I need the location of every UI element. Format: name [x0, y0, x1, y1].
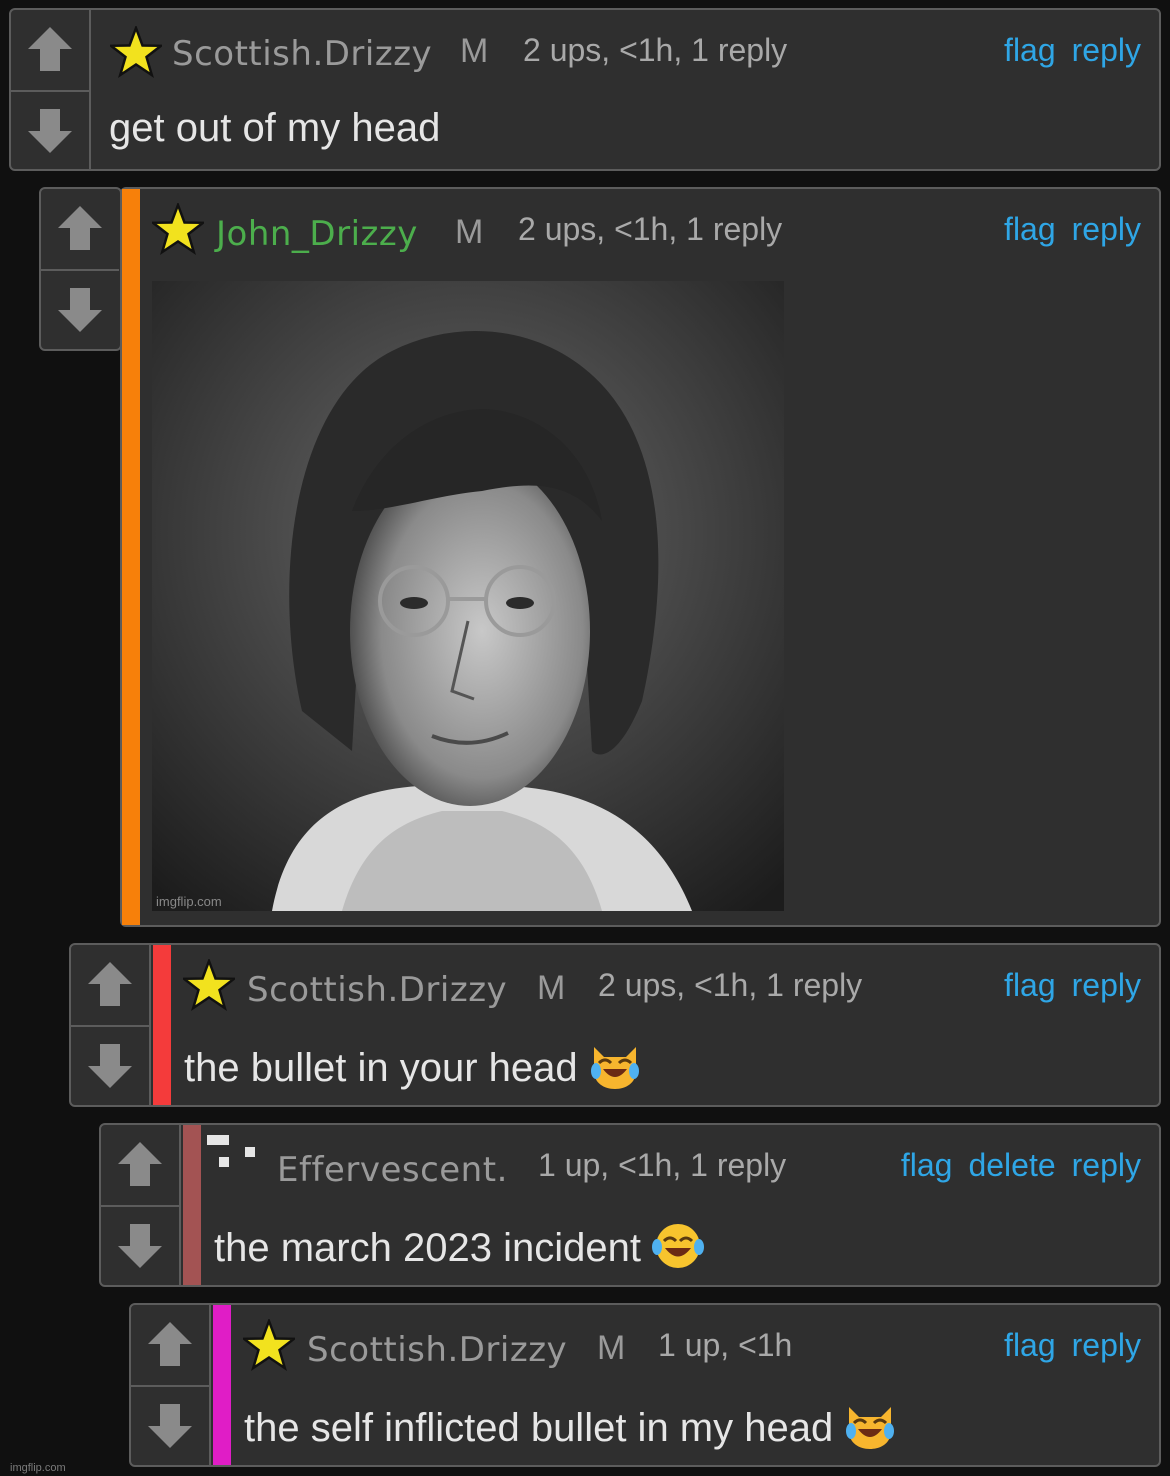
reply-link[interactable]: reply	[1072, 1327, 1141, 1364]
username-link[interactable]: Effervescent.	[277, 1150, 508, 1190]
comment-5: Scottish.Drizzy M 1 up, <1h flag reply t…	[129, 1303, 1161, 1467]
downvote-button[interactable]	[71, 1025, 149, 1105]
user-avatar-icon	[207, 1135, 255, 1167]
reply-link[interactable]: reply	[1072, 1147, 1141, 1184]
down-arrow-icon	[84, 1040, 136, 1092]
portrait-photo	[152, 281, 784, 911]
thread-indicator	[122, 189, 140, 925]
down-arrow-icon	[144, 1400, 196, 1452]
comment-meta: 1 up, <1h	[658, 1327, 793, 1363]
comment-2-votes	[39, 187, 122, 351]
star-icon	[110, 26, 162, 78]
comment-meta: 1 up, <1h, 1 reply	[538, 1147, 787, 1183]
username-link[interactable]: John_Drizzy	[216, 214, 418, 254]
comment-image[interactable]: imgflip.com	[152, 281, 784, 911]
downvote-button[interactable]	[131, 1385, 209, 1465]
upvote-button[interactable]	[131, 1305, 209, 1383]
comment-actions: flag reply	[1004, 1327, 1141, 1364]
comment-text: get out of my head	[109, 106, 441, 150]
flag-link[interactable]: flag	[1004, 967, 1056, 1004]
comment-1: Scottish.Drizzy M 2 ups, <1h, 1 reply fl…	[9, 8, 1161, 171]
flag-link[interactable]: flag	[1004, 32, 1056, 69]
comment-body: the bullet in your head	[184, 1046, 578, 1090]
vote-column	[131, 1305, 211, 1465]
reply-link[interactable]: reply	[1072, 211, 1141, 248]
flag-link[interactable]: flag	[901, 1147, 953, 1184]
comment-3: Scottish.Drizzy M 2 ups, <1h, 1 reply fl…	[69, 943, 1161, 1107]
thread-indicator	[213, 1305, 231, 1465]
vote-column	[11, 10, 91, 169]
upvote-button[interactable]	[11, 10, 89, 88]
comment-text: the bullet in your head	[184, 1041, 642, 1091]
comment-text: the self inflicted bullet in my head	[244, 1401, 897, 1451]
face-tears-of-joy-icon	[651, 1221, 705, 1271]
up-arrow-icon	[24, 23, 76, 75]
comment-body: the march 2023 incident	[214, 1226, 641, 1270]
down-arrow-icon	[24, 105, 76, 157]
comment-text: the march 2023 incident	[214, 1221, 705, 1271]
thread-indicator	[183, 1125, 201, 1285]
upvote-button[interactable]	[71, 945, 149, 1023]
flag-link[interactable]: flag	[1004, 211, 1056, 248]
reply-link[interactable]: reply	[1072, 32, 1141, 69]
upvote-button[interactable]	[41, 189, 119, 267]
username-link[interactable]: Scottish.Drizzy	[247, 970, 507, 1010]
gender-badge: M	[460, 32, 489, 70]
downvote-button[interactable]	[101, 1205, 179, 1285]
down-arrow-icon	[114, 1220, 166, 1272]
upvote-button[interactable]	[101, 1125, 179, 1203]
cat-tears-of-joy-icon	[843, 1401, 897, 1451]
star-icon	[243, 1319, 295, 1371]
cat-tears-of-joy-icon	[588, 1041, 642, 1091]
gender-badge: M	[537, 969, 566, 1007]
up-arrow-icon	[114, 1138, 166, 1190]
thread-indicator	[153, 945, 171, 1105]
comment-meta: 2 ups, <1h, 1 reply	[523, 32, 788, 68]
footer-watermark: imgflip.com	[10, 1462, 66, 1474]
star-icon	[183, 959, 235, 1011]
image-watermark: imgflip.com	[156, 894, 222, 909]
username-link[interactable]: Scottish.Drizzy	[172, 34, 432, 74]
gender-badge: M	[597, 1329, 626, 1367]
vote-column	[101, 1125, 181, 1285]
down-arrow-icon	[54, 284, 106, 336]
vote-column	[71, 945, 151, 1105]
comment-body: the self inflicted bullet in my head	[244, 1406, 834, 1450]
reply-link[interactable]: reply	[1072, 967, 1141, 1004]
comment-4: Effervescent. 1 up, <1h, 1 reply flag de…	[99, 1123, 1161, 1287]
up-arrow-icon	[84, 958, 136, 1010]
downvote-button[interactable]	[41, 269, 119, 349]
comment-actions: flag reply	[1004, 211, 1141, 248]
comment-actions: flag reply	[1004, 967, 1141, 1004]
downvote-button[interactable]	[11, 90, 89, 170]
flag-link[interactable]: flag	[1004, 1327, 1056, 1364]
comment-meta: 2 ups, <1h, 1 reply	[518, 211, 783, 247]
comment-2: John_Drizzy M 2 ups, <1h, 1 reply flag r…	[120, 187, 1161, 927]
up-arrow-icon	[144, 1318, 196, 1370]
username-link[interactable]: Scottish.Drizzy	[307, 1330, 567, 1370]
comment-meta: 2 ups, <1h, 1 reply	[598, 967, 863, 1003]
comment-actions: flag reply	[1004, 32, 1141, 69]
star-icon	[152, 203, 204, 255]
up-arrow-icon	[54, 202, 106, 254]
comment-actions: flag delete reply	[901, 1147, 1141, 1184]
delete-link[interactable]: delete	[968, 1147, 1055, 1184]
gender-badge: M	[455, 213, 484, 251]
